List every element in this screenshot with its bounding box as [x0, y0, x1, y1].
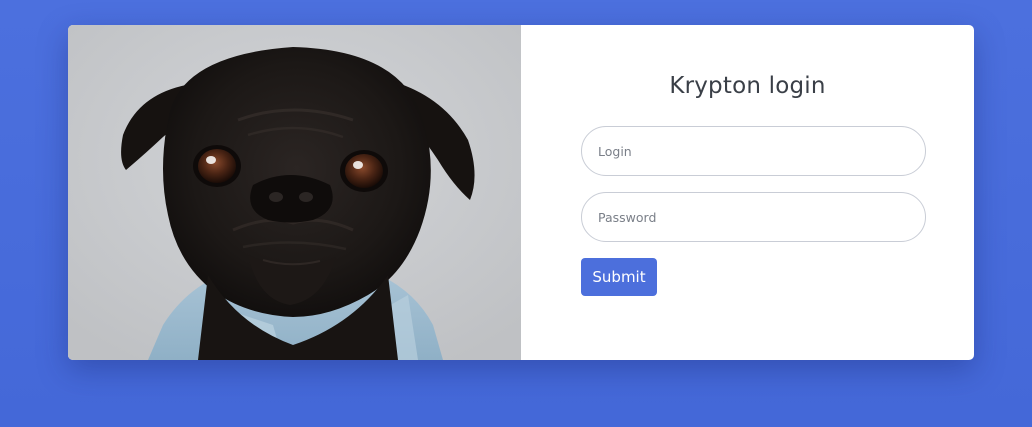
login-card: Krypton login Submit: [68, 25, 974, 360]
password-input[interactable]: [581, 192, 926, 242]
login-form: Krypton login Submit: [521, 25, 974, 360]
page-title: Krypton login: [669, 73, 826, 99]
login-input[interactable]: [581, 126, 926, 176]
pug-dog-photo: [68, 25, 521, 360]
pug-dog-illustration: [68, 25, 521, 360]
submit-button[interactable]: Submit: [581, 258, 657, 296]
